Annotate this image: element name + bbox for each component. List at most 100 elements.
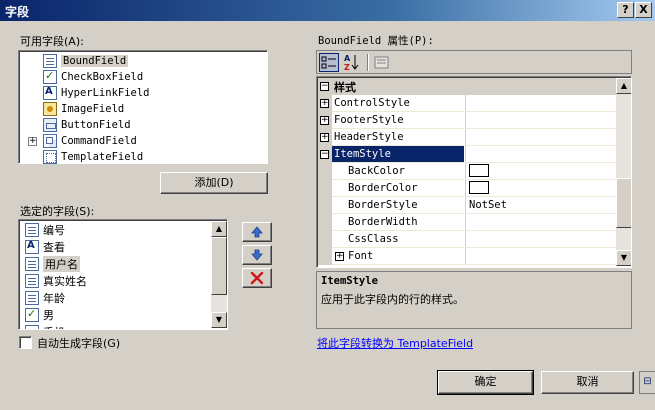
list-item[interactable]: 查看	[25, 239, 65, 255]
property-pages-button[interactable]	[372, 53, 392, 72]
hyperlink-field-icon	[43, 86, 57, 100]
color-swatch	[469, 181, 489, 194]
cancel-button[interactable]: 取消	[541, 371, 634, 394]
alphabetical-button[interactable]: A Z	[342, 53, 362, 72]
property-category-row[interactable]: − 样式	[318, 78, 616, 95]
add-button[interactable]: 添加(D)	[160, 172, 268, 194]
categorized-icon	[321, 56, 336, 69]
property-value[interactable]	[465, 214, 618, 231]
property-row-backcolor[interactable]: BackColor	[318, 163, 618, 180]
property-value[interactable]	[465, 112, 618, 129]
tree-item-templatefield[interactable]: TemplateField	[43, 149, 143, 165]
command-field-icon	[43, 134, 57, 148]
toolbar-separator	[367, 54, 368, 71]
property-name: CssClass	[332, 231, 464, 248]
property-value[interactable]	[465, 248, 618, 265]
hyperlink-field-icon	[25, 240, 39, 254]
property-row-borderwidth[interactable]: BorderWidth	[318, 214, 618, 231]
property-value[interactable]	[465, 95, 618, 112]
property-row-bordercolor[interactable]: BorderColor	[318, 180, 618, 197]
move-up-button[interactable]	[242, 222, 272, 242]
property-name: ControlStyle	[332, 95, 464, 112]
selected-fields-list[interactable]: 编号 查看 用户名 真实姓名 年龄 男 手机 ▲ ▼	[18, 219, 228, 330]
checkbox-field-icon	[43, 69, 57, 84]
list-item[interactable]: 男	[25, 307, 54, 323]
property-value[interactable]	[465, 163, 618, 180]
property-name: BorderWidth	[332, 214, 464, 231]
property-category-label: 样式	[334, 81, 356, 94]
help-button[interactable]: ?	[617, 2, 634, 18]
close-icon: X	[639, 3, 648, 16]
property-expand-toggle[interactable]: +	[320, 99, 329, 108]
bound-field-icon	[25, 257, 39, 271]
property-row-itemstyle[interactable]: ItemStyle −	[318, 146, 618, 163]
property-grid[interactable]: − 样式 ControlStyle + FooterStyle + HeaderStyl…	[316, 76, 632, 268]
tree-item-boundfield[interactable]: BoundField	[43, 53, 129, 69]
move-down-button[interactable]	[242, 245, 272, 265]
close-button[interactable]: X	[635, 2, 652, 18]
button-field-icon	[43, 118, 57, 132]
scroll-thumb[interactable]	[616, 178, 631, 228]
property-name: FooterStyle	[332, 112, 464, 129]
list-item[interactable]: 年龄	[25, 290, 65, 306]
bound-field-icon	[43, 54, 57, 68]
checkbox-field-icon	[25, 307, 39, 322]
svg-text:A: A	[344, 54, 351, 63]
tree-item-buttonfield[interactable]: ButtonField	[43, 117, 131, 133]
list-item[interactable]: 编号	[25, 222, 65, 238]
property-expand-toggle[interactable]: +	[320, 116, 329, 125]
property-row-font[interactable]: Font +	[318, 248, 618, 265]
convert-to-templatefield-link[interactable]: 将此字段转换为 TemplateField	[317, 335, 473, 351]
property-row-footerstyle[interactable]: FooterStyle +	[318, 112, 618, 129]
bound-field-icon	[25, 274, 39, 288]
title-bar: 字段 ? X	[0, 0, 655, 21]
svg-text:Z: Z	[344, 63, 350, 71]
scroll-up-button[interactable]: ▲	[211, 221, 227, 237]
property-grid-scrollbar[interactable]: ▲ ▼	[616, 78, 631, 266]
property-expand-toggle[interactable]: −	[320, 150, 329, 159]
property-row-borderstyle[interactable]: BorderStyle NotSet	[318, 197, 618, 214]
property-name: BackColor	[332, 163, 464, 180]
scroll-down-button[interactable]: ▼	[211, 312, 227, 328]
scroll-up-button[interactable]: ▲	[616, 78, 631, 94]
list-item[interactable]: 用户名	[25, 256, 80, 272]
selected-fields-label: 选定的字段(S):	[20, 205, 95, 218]
auto-generate-checkbox[interactable]	[19, 336, 32, 349]
bound-field-icon	[25, 223, 39, 237]
help-icon: ?	[622, 3, 629, 16]
selected-fields-scrollbar[interactable]: ▲ ▼	[211, 221, 227, 328]
categorized-button[interactable]	[319, 53, 339, 72]
ok-button[interactable]: 确定	[437, 370, 534, 395]
scroll-down-button[interactable]: ▼	[616, 250, 631, 266]
tree-item-commandfield[interactable]: CommandField	[43, 133, 137, 149]
property-row-controlstyle[interactable]: ControlStyle +	[318, 95, 618, 112]
property-expand-toggle[interactable]: +	[320, 133, 329, 142]
color-swatch	[469, 164, 489, 177]
list-item[interactable]: 真实姓名	[25, 273, 87, 289]
properties-label: BoundField 属性(P):	[318, 35, 434, 47]
tree-item-hyperlinkfield[interactable]: HyperLinkField	[43, 85, 150, 101]
description-title: ItemStyle	[321, 275, 378, 287]
property-row-headerstyle[interactable]: HeaderStyle +	[318, 129, 618, 146]
category-collapse-toggle[interactable]: −	[320, 82, 329, 91]
property-value[interactable]	[465, 231, 618, 248]
tree-item-imagefield[interactable]: ImageField	[43, 101, 124, 117]
list-item[interactable]: 手机	[25, 324, 65, 329]
property-value[interactable]: NotSet	[465, 197, 618, 214]
property-row-gutter	[318, 231, 332, 248]
property-value[interactable]	[465, 146, 618, 163]
property-value[interactable]	[465, 180, 618, 197]
property-row-gutter	[318, 197, 332, 214]
expand-commandfield-toggle[interactable]: +	[28, 137, 37, 146]
property-row-gutter	[318, 180, 332, 197]
property-row-cssclass[interactable]: CssClass	[318, 231, 618, 248]
partial-window-icon[interactable]: ⊟	[639, 371, 655, 394]
available-fields-tree[interactable]: BoundField CheckBoxField HyperLinkField …	[18, 50, 268, 164]
description-text: 应用于此字段内的行的样式。	[321, 293, 464, 306]
property-expand-toggle[interactable]: +	[335, 252, 344, 261]
property-value[interactable]	[465, 129, 618, 146]
delete-field-button[interactable]	[242, 268, 272, 288]
scroll-thumb[interactable]	[211, 237, 227, 295]
tree-item-checkboxfield[interactable]: CheckBoxField	[43, 69, 143, 85]
alphabetical-sort-icon: A Z	[344, 54, 359, 71]
